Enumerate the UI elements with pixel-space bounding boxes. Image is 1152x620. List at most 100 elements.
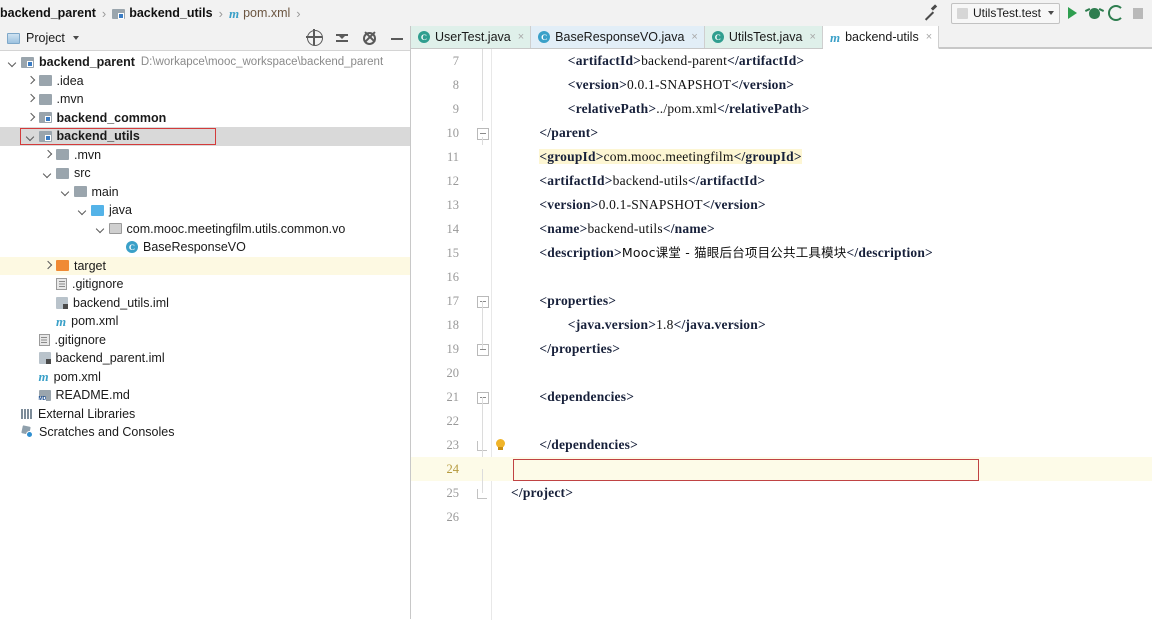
tree-node-.gitignore[interactable]: .gitignore	[0, 275, 410, 294]
code-content: </project>	[511, 485, 573, 500]
chevron-right-icon[interactable]	[25, 94, 36, 105]
file-icon	[38, 333, 50, 346]
line-number: 15	[446, 246, 460, 260]
code-line-20[interactable]: 20	[411, 361, 1152, 385]
tree-node-pom.xml[interactable]: m pom.xml	[0, 368, 410, 387]
code-line-25[interactable]: 25 </project>	[411, 481, 1152, 505]
code-text: </properties>	[539, 337, 620, 361]
code-line-15[interactable]: 15 <description>Mooc课堂 - 猫眼后台项目公共工具模块</de…	[411, 241, 1152, 265]
fold-marker[interactable]	[477, 128, 489, 140]
hide-icon[interactable]	[390, 31, 404, 45]
settings-gear-icon[interactable]	[363, 31, 376, 45]
code-token: <dependencies>	[539, 389, 635, 404]
editor-tab-backend-utils[interactable]: m backend-utils ×	[822, 26, 940, 49]
close-icon[interactable]: ×	[926, 31, 932, 43]
intention-bulb-icon[interactable]	[495, 439, 506, 451]
tree-node-baseresponsevo[interactable]: C BaseResponseVO	[0, 238, 410, 257]
code-line-17[interactable]: 17 <properties>	[411, 289, 1152, 313]
code-line-8[interactable]: 8 <version>0.0.1-SNAPSHOT</version>	[411, 73, 1152, 97]
tree-node-external-libraries[interactable]: External Libraries	[0, 405, 410, 424]
code-line-7[interactable]: 7 <artifactId>backend-parent</artifactId>	[411, 49, 1152, 73]
tree-node-backend_common[interactable]: backend_common	[0, 109, 410, 128]
code-token: backend-utils	[612, 173, 688, 188]
tree-node-label: backend_utils.iml	[73, 295, 169, 310]
editor-tab-baseresponsevo-java[interactable]: C BaseResponseVO.java ×	[531, 26, 705, 48]
code-line-22[interactable]: 22	[411, 409, 1152, 433]
code-line-9[interactable]: 9 <relativePath>../pom.xml</relativePath>	[411, 97, 1152, 121]
run-configuration-selector[interactable]: UtilsTest.test	[950, 2, 1060, 24]
code-token: <artifactId>	[567, 53, 642, 68]
fold-marker[interactable]	[477, 296, 489, 308]
tree-node-backend_parent[interactable]: backend_parent D:\workapce\mooc_workspace…	[0, 53, 410, 72]
tree-node-.gitignore[interactable]: .gitignore	[0, 331, 410, 350]
tree-node-com.mooc.meetingfilm.utils.common.vo[interactable]: com.mooc.meetingfilm.utils.common.vo	[0, 220, 410, 239]
tree-node-target[interactable]: target	[0, 256, 410, 275]
collapse-all-icon[interactable]	[335, 31, 349, 45]
breadcrumb-item-backend_utils[interactable]: backend_utils	[112, 6, 213, 20]
chevron-down-icon[interactable]	[95, 223, 106, 234]
chevron-down-icon[interactable]	[77, 205, 88, 216]
code-line-13[interactable]: 13 <version>0.0.1-SNAPSHOT</version>	[411, 193, 1152, 217]
code-text: <relativePath>../pom.xml</relativePath>	[568, 97, 810, 121]
coverage-button[interactable]	[1106, 3, 1126, 23]
locate-icon[interactable]	[306, 29, 323, 46]
tree-node-src[interactable]: src	[0, 164, 410, 183]
code-line-18[interactable]: 18 <java.version>1.8</java.version>	[411, 313, 1152, 337]
code-token: </version>	[702, 197, 766, 212]
tree-node-readme.md[interactable]: README.md	[0, 386, 410, 405]
build-hammer-icon[interactable]	[921, 4, 939, 22]
editor-tab-label: UtilsTest.java	[728, 30, 803, 44]
tree-node-scratches-and-consoles[interactable]: Scratches and Consoles	[0, 423, 410, 442]
line-number: 18	[446, 318, 460, 332]
tree-node-pom.xml[interactable]: m pom.xml	[0, 312, 410, 331]
fold-marker[interactable]	[477, 392, 489, 404]
chevron-down-icon[interactable]	[42, 168, 53, 179]
tree-node-backend_utils.iml[interactable]: backend_utils.iml	[0, 294, 410, 313]
debug-button[interactable]	[1084, 3, 1104, 23]
class-icon: C	[538, 31, 551, 43]
code-editor[interactable]: 7 <artifactId>backend-parent</artifactId>…	[411, 49, 1152, 620]
library-icon	[21, 408, 33, 420]
stop-button	[1128, 3, 1148, 23]
close-icon[interactable]: ×	[518, 31, 524, 43]
chevron-right-icon[interactable]	[42, 149, 53, 160]
tree-node-.idea[interactable]: .idea	[0, 72, 410, 91]
tree-node-.mvn[interactable]: .mvn	[0, 90, 410, 109]
tree-node-backend_parent.iml[interactable]: backend_parent.iml	[0, 349, 410, 368]
editor-tab-usertest-java[interactable]: C UserTest.java ×	[411, 26, 532, 48]
tree-node-main[interactable]: main	[0, 183, 410, 202]
run-button[interactable]	[1062, 3, 1082, 23]
chevron-down-icon[interactable]	[25, 131, 36, 142]
code-line-12[interactable]: 12 <artifactId>backend-utils</artifactId>	[411, 169, 1152, 193]
editor-tab-utilstest-java[interactable]: C UtilsTest.java ×	[704, 26, 823, 48]
chevron-down-icon	[72, 36, 79, 40]
close-icon[interactable]: ×	[691, 31, 697, 43]
close-icon[interactable]: ×	[810, 31, 816, 43]
code-line-14[interactable]: 14 <name>backend-utils</name>	[411, 217, 1152, 241]
run-config-icon	[956, 7, 968, 19]
code-line-16[interactable]: 16	[411, 265, 1152, 289]
project-panel-title[interactable]: Project	[0, 31, 79, 45]
breadcrumb-item-pom-xml[interactable]: m pom.xml	[229, 6, 290, 20]
tree-node-.mvn[interactable]: .mvn	[0, 146, 410, 165]
chevron-down-icon[interactable]	[60, 186, 71, 197]
code-line-10[interactable]: 10 </parent>	[411, 121, 1152, 145]
chevron-right-icon[interactable]	[25, 75, 36, 86]
tree-node-label: backend_parent	[39, 55, 135, 69]
tree-node-backend_utils[interactable]: backend_utils	[0, 127, 410, 146]
code-line-23[interactable]: 23 </dependencies>	[411, 433, 1152, 457]
code-line-19[interactable]: 19 </properties>	[411, 337, 1152, 361]
run-icon	[1067, 7, 1077, 19]
fold-marker[interactable]	[477, 344, 489, 356]
tree-node-java[interactable]: java	[0, 201, 410, 220]
code-line-26[interactable]: 26	[411, 505, 1152, 529]
code-line-11[interactable]: 11 <groupId>com.mooc.meetingfilm</groupId…	[411, 145, 1152, 169]
breadcrumb-separator: ›	[296, 5, 301, 21]
chevron-right-icon[interactable]	[25, 112, 36, 123]
chevron-down-icon[interactable]	[7, 57, 18, 68]
code-token: </parent>	[539, 125, 599, 140]
breadcrumb-item-backend_parent[interactable]: backend_parent	[0, 6, 96, 20]
code-line-21[interactable]: 21 <dependencies>	[411, 385, 1152, 409]
chevron-right-icon[interactable]	[42, 260, 53, 271]
